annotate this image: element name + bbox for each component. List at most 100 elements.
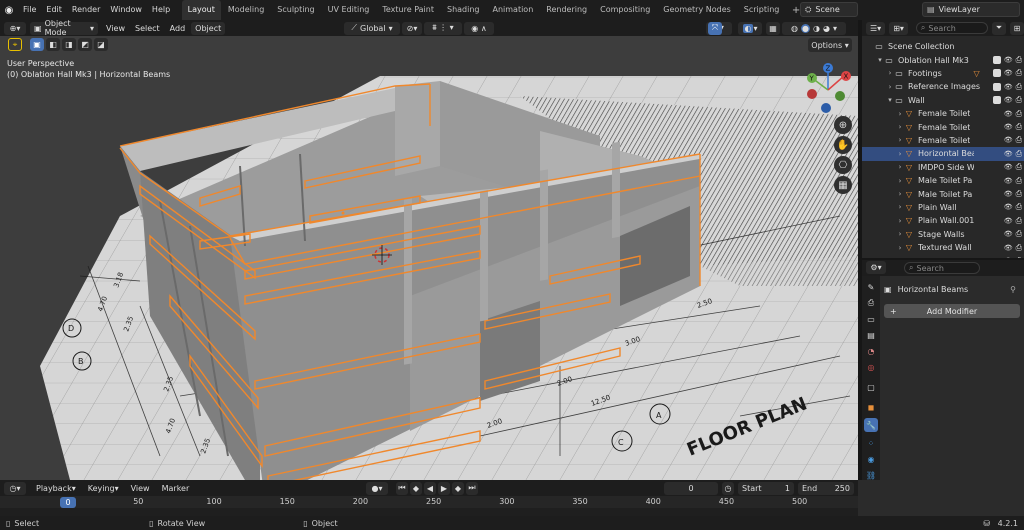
jump-end-icon[interactable]: ⏭ bbox=[466, 481, 478, 495]
shading-mode-buttons[interactable]: ◍ ● ◑ ◕ ▾ bbox=[782, 21, 846, 35]
wireframe-shading-icon[interactable]: ◍ bbox=[791, 24, 798, 33]
eye-icon[interactable]: 👁 bbox=[1004, 177, 1013, 185]
filter-icon[interactable]: ⏷ bbox=[992, 21, 1006, 35]
overlay-toggle-icon[interactable]: ◐ ▾ bbox=[738, 21, 762, 35]
chevron-down-icon[interactable]: ▾ bbox=[886, 96, 894, 104]
eye-icon[interactable]: 👁 bbox=[1004, 230, 1013, 238]
play-icon[interactable]: ▶ bbox=[438, 481, 450, 495]
properties-editor-icon[interactable]: ⚙▾ bbox=[866, 261, 886, 274]
chevron-right-icon[interactable]: › bbox=[896, 136, 904, 144]
tab-texture-paint[interactable]: Texture Paint bbox=[376, 0, 440, 20]
select-extend-icon[interactable]: ◧ bbox=[46, 38, 60, 51]
tab-uv-editing[interactable]: UV Editing bbox=[322, 0, 376, 20]
output-tab-icon[interactable]: ▭ bbox=[864, 312, 878, 326]
viewport-menu-object[interactable]: Object bbox=[191, 21, 226, 35]
gizmo-neg-y-icon[interactable] bbox=[835, 91, 845, 101]
camera-view-icon[interactable]: ⎔ bbox=[834, 156, 852, 174]
orientation-selector[interactable]: ⟋ Global ▾ bbox=[344, 21, 400, 35]
outliner-row[interactable]: › ▽ Horizontal Bea 👁 ⎙ bbox=[862, 147, 1024, 161]
outliner-row[interactable]: › ▽ Female Toilet 👁 ⎙ bbox=[862, 107, 1024, 120]
outliner-row[interactable]: ▭ Scene Collection bbox=[862, 40, 1024, 53]
chevron-right-icon[interactable]: › bbox=[886, 83, 894, 91]
camera-icon[interactable]: ⎙ bbox=[1016, 216, 1022, 226]
eye-icon[interactable]: 👁 bbox=[1004, 123, 1013, 131]
eye-icon[interactable]: 👁 bbox=[1004, 83, 1013, 91]
scene-tab-icon[interactable]: ◔ bbox=[864, 344, 878, 358]
viewport-menu-select[interactable]: Select bbox=[131, 22, 164, 35]
timeline-menu-marker[interactable]: Marker bbox=[158, 482, 194, 495]
menu-render[interactable]: Render bbox=[67, 0, 105, 20]
outliner-editor-icon[interactable]: ☰▾ bbox=[866, 21, 886, 35]
tab-geometry-nodes[interactable]: Geometry Nodes bbox=[657, 0, 736, 20]
eye-icon[interactable]: 👁 bbox=[1004, 69, 1013, 77]
timeline-menu-keying[interactable]: Keying ▾ bbox=[84, 482, 123, 495]
xray-toggle-icon[interactable]: ▦ bbox=[766, 21, 780, 35]
camera-icon[interactable]: ⎙ bbox=[1016, 68, 1022, 78]
chevron-right-icon[interactable]: › bbox=[896, 177, 904, 185]
pivot-icon[interactable]: ⊘▾ bbox=[402, 21, 422, 35]
gizmo-neg-z-icon[interactable] bbox=[821, 103, 831, 113]
chevron-right-icon[interactable]: › bbox=[896, 203, 904, 211]
chevron-right-icon[interactable]: › bbox=[896, 163, 904, 171]
3d-viewport[interactable]: D B C A FLOOR PLAN 2.35 4.70 2.35 2.35 4… bbox=[0, 36, 858, 480]
collection-tab-icon[interactable]: ▢ bbox=[864, 380, 878, 394]
eye-icon[interactable]: 👁 bbox=[1004, 163, 1013, 171]
chevron-right-icon[interactable]: › bbox=[896, 217, 904, 225]
tab-animation[interactable]: Animation bbox=[486, 0, 539, 20]
blender-logo-icon[interactable]: ◉ bbox=[0, 0, 18, 20]
display-mode-icon[interactable]: ⊞▾ bbox=[889, 21, 908, 35]
outliner-row[interactable]: › ▭ Reference Images 👁 ⎙ bbox=[862, 80, 1024, 93]
camera-icon[interactable]: ⎙ bbox=[1016, 176, 1022, 186]
timeline-menu-view[interactable]: View bbox=[127, 482, 154, 495]
timeline-editor-icon[interactable]: ◷▾ bbox=[4, 481, 26, 495]
camera-icon[interactable]: ⎙ bbox=[1016, 189, 1022, 199]
menu-edit[interactable]: Edit bbox=[41, 0, 67, 20]
camera-icon[interactable]: ⎙ bbox=[1016, 55, 1022, 65]
playhead[interactable]: 0 bbox=[60, 497, 76, 508]
clock-icon[interactable]: ◷ bbox=[722, 481, 734, 495]
gizmo-neg-x-icon[interactable] bbox=[807, 89, 817, 99]
tab-scripting[interactable]: Scripting bbox=[738, 0, 786, 20]
eye-icon[interactable]: 👁 bbox=[1004, 136, 1013, 144]
editor-type-icon[interactable]: ⊕▾ bbox=[4, 21, 26, 35]
select-intersect-icon[interactable]: ◪ bbox=[94, 38, 108, 51]
chevron-right-icon[interactable]: › bbox=[896, 123, 904, 131]
view-layer-selector[interactable]: ▤ ViewLayer bbox=[922, 2, 1020, 17]
outliner-row[interactable]: › ▽ Male Toilet Pa 👁 ⎙ bbox=[862, 174, 1024, 187]
exclude-checkbox[interactable] bbox=[992, 56, 1001, 65]
camera-icon[interactable]: ⎙ bbox=[1016, 109, 1022, 119]
outliner-row[interactable]: › ▽ IMDPO Side W 👁 ⎙ bbox=[862, 161, 1024, 174]
pan-hand-icon[interactable]: ✋ bbox=[834, 136, 852, 154]
keying-icon[interactable]: ●▾ bbox=[366, 481, 388, 495]
outliner-row[interactable]: › ▽ Female Toilet 👁 ⎙ bbox=[862, 120, 1024, 133]
select-subtract-icon[interactable]: ◨ bbox=[62, 38, 76, 51]
exclude-checkbox[interactable] bbox=[992, 96, 1001, 105]
exclude-checkbox[interactable] bbox=[992, 69, 1001, 78]
viewport-menu-add[interactable]: Add bbox=[166, 22, 190, 35]
outliner-row[interactable]: › ▭ Footings ▽ 👁 ⎙ bbox=[862, 67, 1024, 80]
next-keyframe-icon[interactable]: ◆ bbox=[452, 481, 464, 495]
render-tab-icon[interactable]: ⎙ bbox=[864, 296, 878, 310]
eye-icon[interactable]: 👁 bbox=[1004, 203, 1013, 211]
timeline-scrollbar[interactable] bbox=[0, 508, 858, 516]
gizmo-toggle-icon[interactable]: ⤧ bbox=[708, 21, 722, 35]
eye-icon[interactable]: 👁 bbox=[1004, 190, 1013, 198]
play-reverse-icon[interactable]: ◀ bbox=[424, 481, 436, 495]
tool-tab-icon[interactable]: ✎ bbox=[864, 280, 878, 294]
outliner-row[interactable]: › ▽ Male Toilet Pa 👁 ⎙ bbox=[862, 187, 1024, 200]
outliner-row[interactable]: › ▽ Stage Walls 👁 ⎙ bbox=[862, 228, 1024, 241]
menu-help[interactable]: Help bbox=[147, 0, 175, 20]
outliner-row[interactable]: ▾ ▭ Oblation Hall Mk3 👁 ⎙ bbox=[862, 53, 1024, 66]
chevron-right-icon[interactable]: › bbox=[896, 230, 904, 238]
outliner-search-input[interactable]: ⌕ Search bbox=[915, 22, 988, 34]
camera-icon[interactable]: ⎙ bbox=[1016, 229, 1022, 239]
new-collection-icon[interactable]: ⊞ bbox=[1010, 21, 1024, 35]
start-frame-field[interactable]: Start 1 bbox=[738, 481, 794, 495]
camera-icon[interactable]: ⎙ bbox=[1016, 202, 1022, 212]
tab-layout[interactable]: Layout bbox=[181, 0, 221, 20]
rendered-shading-icon[interactable]: ◕ bbox=[823, 24, 830, 33]
tab-shading[interactable]: Shading bbox=[441, 0, 486, 20]
pin-icon[interactable]: ⚲ bbox=[1010, 285, 1016, 294]
eye-icon[interactable]: 👁 bbox=[1004, 110, 1013, 118]
camera-icon[interactable]: ⎙ bbox=[1016, 82, 1022, 92]
